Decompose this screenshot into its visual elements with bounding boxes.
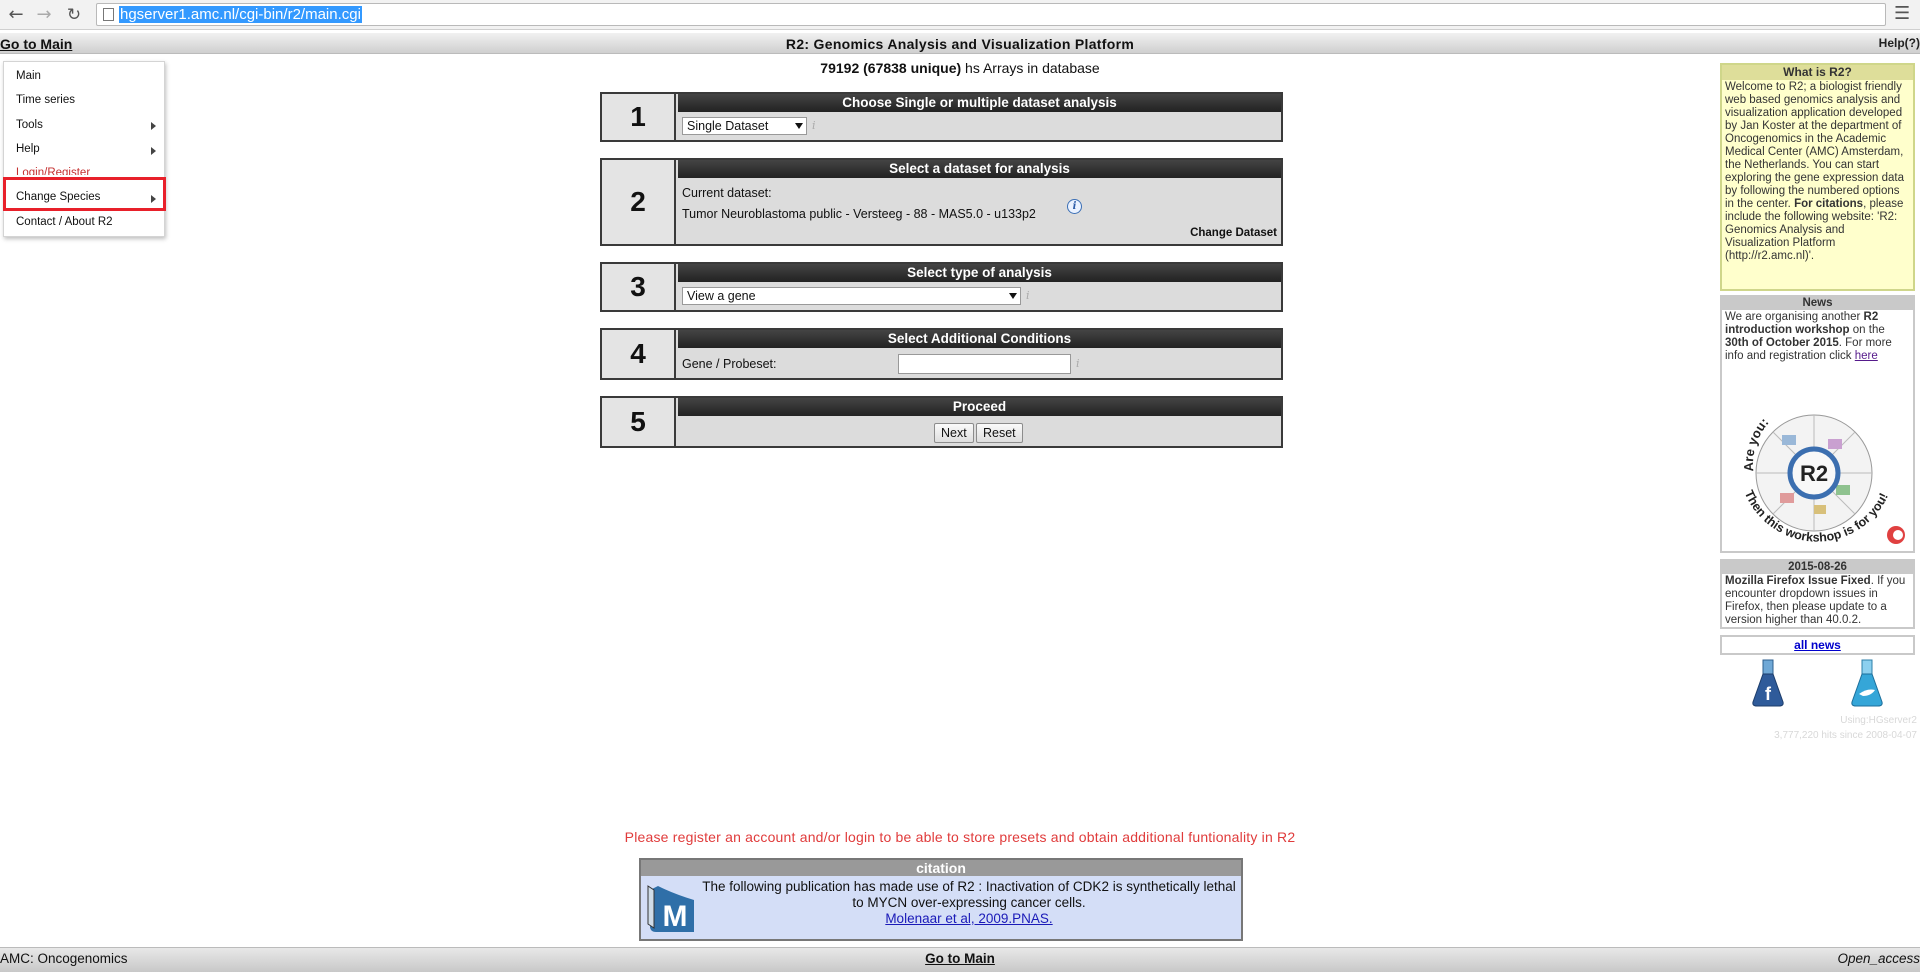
dataset-info-icon[interactable]: i — [1067, 199, 1082, 214]
menu-item-time-series[interactable]: Time series — [16, 94, 75, 106]
amc-logo-icon — [1887, 526, 1905, 544]
chevron-down-icon — [795, 123, 803, 129]
svg-text:M: M — [663, 900, 688, 933]
what-is-r2-box: What is R2? Welcome to R2; a biologist f… — [1720, 63, 1915, 291]
step-5-panel: 5 Proceed Next Reset — [600, 396, 1283, 448]
footer-open-access: Open_access — [1837, 951, 1920, 966]
step-body: Current dataset: Tumor Neuroblastoma pub… — [678, 178, 1281, 244]
all-news-link[interactable]: all news — [1794, 638, 1841, 652]
submenu-arrow-icon — [151, 147, 156, 155]
arrays-count-line: 79192 (67838 unique) hs Arrays in databa… — [0, 60, 1920, 76]
info-icon[interactable]: i — [1076, 357, 1080, 370]
news-item-bold: Mozilla Firefox Issue Fixed — [1725, 575, 1871, 587]
analysis-type-select[interactable]: View a gene — [682, 287, 1021, 305]
step-title: Select a dataset for analysis — [678, 160, 1281, 178]
step-number: 2 — [602, 160, 676, 244]
gene-probeset-label: Gene / Probeset: — [682, 357, 777, 371]
citation-text-block: The following publication has made use o… — [701, 879, 1237, 927]
info-icon[interactable]: i — [1026, 289, 1030, 302]
register-message: Please register an account and/or login … — [624, 829, 1296, 845]
menu-item-tools[interactable]: Tools — [16, 119, 43, 131]
footer-bar: AMC: Oncogenomics Go to Main Open_access — [0, 947, 1920, 972]
browser-toolbar: ← → ↻ hgserver1.amc.nl/cgi-bin/r2/main.c… — [0, 0, 1920, 30]
dataset-mode-select[interactable]: Single Dataset — [682, 117, 807, 135]
next-button[interactable]: Next — [934, 423, 974, 443]
svg-text:f: f — [1765, 684, 1772, 704]
hit-counter: 3,777,220 hits since 2008-04-07 — [1774, 730, 1917, 741]
url-text[interactable]: hgserver1.amc.nl/cgi-bin/r2/main.cgi — [119, 6, 362, 23]
menu-item-contact-about[interactable]: Contact / About R2 — [16, 216, 113, 228]
citations-bold: For citations — [1794, 198, 1864, 210]
page-title: R2: Genomics Analysis and Visualization … — [785, 36, 1135, 52]
step-number: 4 — [602, 330, 676, 378]
news-here-link[interactable]: here — [1855, 350, 1878, 362]
news-item-date: 2015-08-26 — [1722, 561, 1913, 574]
arrays-count: 79192 (67838 unique) — [820, 60, 962, 76]
what-is-r2-title: What is R2? — [1722, 65, 1913, 80]
current-dataset-label: Current dataset: — [682, 186, 772, 200]
step-title: Select Additional Conditions — [678, 330, 1281, 348]
server-info: Using:HGserver2 — [1840, 715, 1917, 726]
browser-menu-icon[interactable]: ☰ — [1894, 2, 1910, 26]
step-title: Proceed — [678, 398, 1281, 416]
journal-logo-icon: M — [647, 885, 694, 933]
news-box: News We are organising another R2 introd… — [1720, 295, 1915, 553]
workshop-wheel-graphic[interactable]: R2 Are you: Then this workshop is for yo… — [1724, 385, 1912, 550]
submenu-arrow-icon — [151, 122, 156, 130]
info-icon[interactable]: i — [812, 119, 816, 132]
what-is-r2-body: Welcome to R2; a biologist friendly web … — [1725, 81, 1905, 210]
step-title: Choose Single or multiple dataset analys… — [678, 94, 1281, 112]
news-item-text: Mozilla Firefox Issue Fixed. If you enco… — [1722, 574, 1913, 628]
all-news-box: all news — [1720, 635, 1915, 655]
menu-item-help[interactable]: Help — [16, 143, 40, 155]
footer-org: AMC: Oncogenomics — [0, 951, 128, 966]
citation-text: The following publication has made use o… — [702, 879, 1236, 910]
step-title: Select type of analysis — [678, 264, 1281, 282]
chevron-down-icon — [1009, 293, 1017, 299]
twitter-flask-icon[interactable] — [1849, 658, 1885, 708]
forward-arrow-icon[interactable]: → — [32, 3, 56, 27]
arrays-suffix: hs Arrays in database — [965, 60, 1100, 76]
go-to-main-link[interactable]: Go to Main — [0, 36, 72, 52]
reload-icon[interactable]: ↻ — [62, 3, 86, 27]
news-item-box: 2015-08-26 Mozilla Firefox Issue Fixed. … — [1720, 559, 1915, 629]
citation-link[interactable]: Molenaar et al, 2009.PNAS. — [885, 911, 1052, 926]
step-body: Gene / Probeset: i — [678, 348, 1281, 378]
citation-box: citation M The following publication has… — [639, 858, 1243, 941]
step-number: 3 — [602, 264, 676, 310]
workshop-r2-label: R2 — [1800, 461, 1828, 486]
analysis-type-value: View a gene — [687, 289, 756, 303]
menu-item-login-register[interactable]: Login/Register — [16, 167, 90, 175]
help-link[interactable]: Help(?) — [1879, 36, 1920, 50]
step-number: 5 — [602, 398, 676, 446]
page-icon — [103, 8, 114, 21]
step-2-panel: 2 Select a dataset for analysis Current … — [600, 158, 1283, 246]
step-1-panel: 1 Choose Single or multiple dataset anal… — [600, 92, 1283, 142]
back-arrow-icon[interactable]: ← — [4, 3, 28, 27]
change-dataset-link[interactable]: Change Dataset — [1190, 227, 1277, 239]
step-body: View a gene i — [678, 282, 1281, 310]
news-text-part: on the — [1849, 324, 1885, 336]
news-title: News — [1722, 297, 1913, 310]
address-bar[interactable]: hgserver1.amc.nl/cgi-bin/r2/main.cgi ☆ — [96, 3, 1886, 26]
news-text-part: We are organising another — [1725, 311, 1864, 323]
current-dataset-name: Tumor Neuroblastoma public - Versteeg - … — [682, 207, 1036, 221]
gene-probeset-input[interactable] — [898, 354, 1071, 374]
facebook-flask-icon[interactable]: f — [1750, 658, 1786, 708]
citation-title: citation — [641, 860, 1241, 876]
step-number: 1 — [602, 94, 676, 140]
step-3-panel: 3 Select type of analysis View a gene i — [600, 262, 1283, 312]
news-bold: 30th of October 2015 — [1725, 337, 1839, 349]
news-text: We are organising another R2 introductio… — [1722, 310, 1913, 364]
what-is-r2-text: Welcome to R2; a biologist friendly web … — [1722, 80, 1913, 264]
step-body: Single Dataset i — [678, 112, 1281, 140]
dataset-mode-value: Single Dataset — [687, 119, 769, 133]
step-4-panel: 4 Select Additional Conditions Gene / Pr… — [600, 328, 1283, 380]
change-species-highlight — [3, 177, 166, 211]
reset-button[interactable]: Reset — [976, 423, 1023, 443]
footer-go-to-main-link[interactable]: Go to Main — [0, 951, 1920, 966]
step-body: Next Reset — [678, 416, 1281, 446]
header-bar: Go to Main R2: Genomics Analysis and Vis… — [0, 33, 1920, 54]
